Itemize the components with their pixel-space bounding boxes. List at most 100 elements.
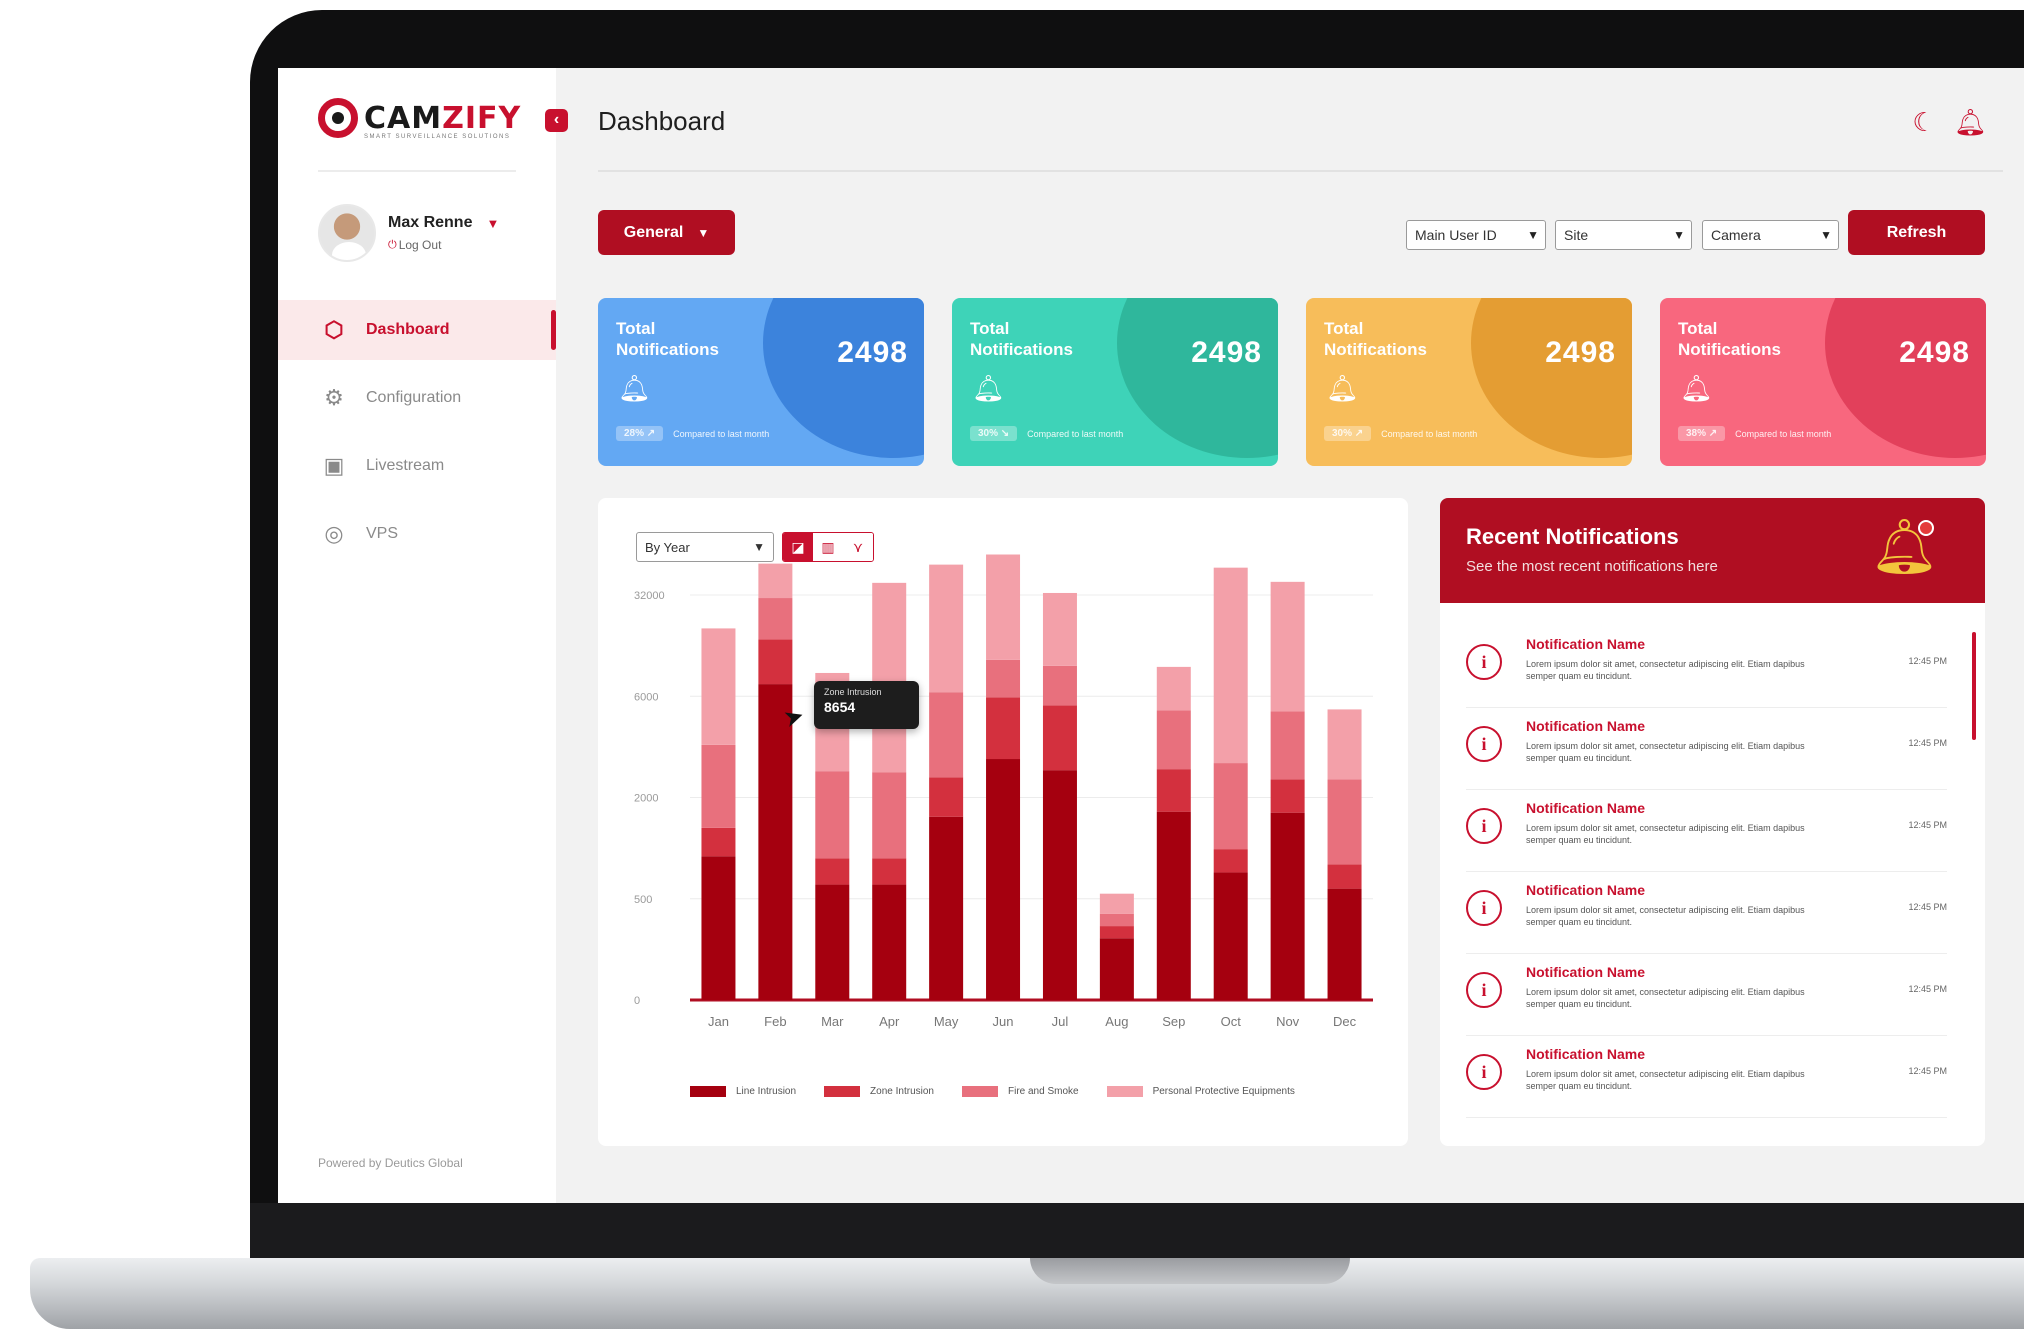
bar-segment	[1327, 888, 1362, 1000]
camera-value: Camera	[1711, 227, 1761, 243]
stat-card[interactable]: Total Notifications 2498 🔔︎ 30% ↗ Compar…	[1306, 298, 1632, 466]
y-tick-label: 32000	[634, 590, 665, 602]
notification-item[interactable]: i Notification Name Lorem ipsum dolor sit …	[1466, 954, 1947, 1036]
card-title: Total Notifications	[616, 319, 719, 359]
info-icon: i	[1466, 1054, 1502, 1090]
bar-segment	[701, 827, 736, 857]
x-tick-label: Jan	[708, 1014, 729, 1029]
notification-time: 12:45 PM	[1908, 820, 1947, 830]
main-user-id-select[interactable]: Main User ID ▼	[1406, 220, 1546, 250]
bar-segment	[1042, 592, 1077, 666]
sidebar: CAMZIFY SMART SURVEILLANCE SOLUTIONS Max…	[278, 68, 556, 1203]
site-value: Site	[1564, 227, 1589, 243]
refresh-button[interactable]: Refresh	[1848, 210, 1985, 255]
bar-segment	[815, 858, 850, 885]
card-value: 2498	[1545, 336, 1616, 369]
bar-segment	[1270, 812, 1305, 1000]
x-tick-label: Apr	[879, 1014, 900, 1029]
chevron-down-icon: ▼	[1527, 228, 1539, 242]
logout-link[interactable]: ⏻ Log Out	[388, 238, 499, 252]
bar-segment	[1270, 779, 1305, 813]
notification-item[interactable]: i Notification Name Lorem ipsum dolor sit …	[1466, 626, 1947, 708]
stat-card[interactable]: Total Notifications 2498 🔔︎ 28% ↗ Compar…	[598, 298, 924, 466]
bar-segment	[986, 659, 1021, 698]
bar-segment	[1156, 811, 1191, 1000]
hexagon-icon: ⬡	[324, 317, 344, 342]
tooltip-label: Zone Intrusion	[824, 687, 882, 697]
trend-note: Compared to last month	[1735, 428, 1832, 439]
bell-icon[interactable]: 🔔︎	[1954, 106, 1987, 138]
legend-label: Fire and Smoke	[1007, 1086, 1079, 1097]
legend-item[interactable]: Personal Protective Equipments	[1106, 1086, 1295, 1097]
trend-badge: 38% ↗	[1678, 426, 1726, 441]
info-icon: i	[1466, 726, 1502, 762]
info-icon: i	[1466, 808, 1502, 844]
bar-segment	[1270, 581, 1305, 712]
card-title: Total Notifications	[1324, 319, 1427, 359]
notifications-header: Recent Notifications See the most recent…	[1440, 498, 1985, 603]
brand-logo[interactable]: CAMZIFY SMART SURVEILLANCE SOLUTIONS	[318, 98, 521, 140]
legend-item[interactable]: Zone Intrusion	[824, 1086, 934, 1097]
notification-body: Lorem ipsum dolor sit amet, consectetur …	[1526, 741, 1805, 763]
card-decoration	[1471, 298, 1632, 458]
trend-badge: 30% ↗	[1324, 426, 1372, 441]
laptop-notch	[1030, 1258, 1350, 1284]
legend-item[interactable]: Line Intrusion	[690, 1086, 796, 1097]
card-title: Total Notifications	[970, 319, 1073, 359]
sidebar-item-label: VPS	[366, 525, 399, 542]
header-divider	[598, 170, 2003, 172]
recent-notifications-panel: Recent Notifications See the most recent…	[1440, 498, 1985, 1146]
moon-icon[interactable]: ☾	[1908, 106, 1940, 138]
legend-swatch	[824, 1086, 861, 1097]
user-profile[interactable]: Max Renne ▼ ⏻ Log Out	[318, 204, 499, 262]
collapse-sidebar-button[interactable]: ‹	[545, 109, 568, 132]
target-icon: ◎	[324, 521, 344, 546]
site-select[interactable]: Site ▼	[1555, 220, 1692, 250]
settings-icon: ⚙	[324, 385, 344, 410]
bar-segment	[1156, 666, 1191, 711]
sidebar-item-configuration[interactable]: ⚙ Configuration	[278, 368, 556, 428]
card-decoration	[763, 298, 924, 458]
bar-segment	[1213, 872, 1248, 1000]
trend-badge: 30% ↘	[970, 426, 1018, 441]
notification-item[interactable]: i Notification Name Lorem ipsum dolor sit …	[1466, 790, 1947, 872]
notification-item[interactable]: i Notification Name Lorem ipsum dolor sit …	[1466, 872, 1947, 954]
sidebar-item-vps[interactable]: ◎ VPS	[278, 504, 556, 564]
sidebar-item-dashboard[interactable]: ⬡ Dashboard	[278, 300, 556, 360]
trend-note: Compared to last month	[1381, 428, 1478, 439]
user-name-row[interactable]: Max Renne ▼	[388, 214, 499, 232]
notification-item[interactable]: i Notification Name Lorem ipsum dolor sit …	[1466, 708, 1947, 790]
tooltip-value: 8654	[824, 699, 856, 715]
notification-item[interactable]: i Notification Name Lorem ipsum dolor sit …	[1466, 1036, 1947, 1118]
stat-card[interactable]: Total Notifications 2498 🔔︎ 38% ↗ Compar…	[1660, 298, 1986, 466]
general-dropdown-button[interactable]: General ▼	[598, 210, 735, 255]
bar-segment	[986, 554, 1021, 660]
bar-segment	[1327, 709, 1362, 780]
bar-segment	[986, 759, 1021, 1000]
scrollbar[interactable]	[1972, 632, 1976, 740]
card-footer: 38% ↗ Compared to last month	[1678, 426, 1831, 441]
bar-segment	[929, 816, 964, 1000]
legend-item[interactable]: Fire and Smoke	[961, 1086, 1079, 1097]
chevron-down-icon[interactable]: ▼	[486, 216, 499, 231]
notification-body: Lorem ipsum dolor sit amet, consectetur …	[1526, 905, 1805, 927]
page-title: Dashboard	[598, 106, 726, 136]
bar-segment	[986, 697, 1021, 760]
bar-segment	[815, 884, 850, 1000]
stat-card[interactable]: Total Notifications 2498 🔔︎ 30% ↘ Compar…	[952, 298, 1278, 466]
sidebar-item-livestream[interactable]: ▣ Livestream	[278, 436, 556, 496]
x-tick-label: Aug	[1105, 1014, 1128, 1029]
trend-badge: 28% ↗	[616, 426, 664, 441]
x-tick-label: Jul	[1052, 1014, 1069, 1029]
y-tick-label: 6000	[634, 691, 658, 703]
laptop-hinge	[250, 1203, 2024, 1258]
camera-select[interactable]: Camera ▼	[1702, 220, 1839, 250]
notification-name: Notification Name	[1526, 800, 1646, 816]
notification-body: Lorem ipsum dolor sit amet, consectetur …	[1526, 659, 1805, 681]
y-tick-label: 2000	[634, 793, 658, 805]
legend-swatch	[690, 1086, 726, 1097]
card-footer: 30% ↗ Compared to last month	[1324, 426, 1477, 441]
bar-segment	[701, 628, 736, 745]
powered-by: Powered by Deutics Global	[318, 1156, 463, 1170]
x-tick-label: Nov	[1276, 1014, 1300, 1029]
